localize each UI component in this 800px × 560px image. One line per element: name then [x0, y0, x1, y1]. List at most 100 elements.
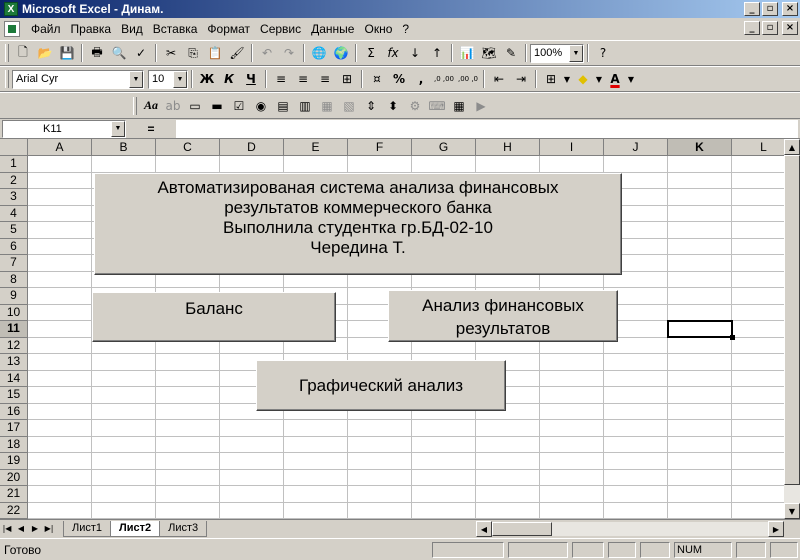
row-header[interactable]: 14: [0, 370, 28, 387]
scroll-thumb[interactable]: [784, 155, 800, 485]
vertical-scrollbar[interactable]: ▲ ▼: [784, 139, 800, 519]
save-icon[interactable]: 💾: [57, 43, 77, 63]
combo-list-icon[interactable]: ▦: [317, 96, 337, 116]
drawing-icon[interactable]: ✎: [501, 43, 521, 63]
menu-tools[interactable]: Сервис: [255, 22, 306, 36]
row-header[interactable]: 1: [0, 156, 28, 173]
row-header[interactable]: 12: [0, 337, 28, 354]
spinner-icon[interactable]: ⬍: [383, 96, 403, 116]
menu-edit[interactable]: Правка: [66, 22, 117, 36]
print-icon[interactable]: 🖶: [87, 43, 107, 63]
option-button-icon[interactable]: ◉: [251, 96, 271, 116]
run-dialog-icon[interactable]: ▶: [471, 96, 491, 116]
sort-descending-icon[interactable]: ↑: [427, 43, 447, 63]
row-header[interactable]: 9: [0, 288, 28, 305]
horizontal-scroll-thumb[interactable]: [492, 522, 552, 536]
toolbar-grip[interactable]: [5, 70, 9, 88]
redo-icon[interactable]: ↷: [279, 43, 299, 63]
first-sheet-icon[interactable]: |◀: [0, 522, 14, 536]
chevron-down-icon[interactable]: ▼: [173, 70, 187, 88]
scroll-up-icon[interactable]: ▲: [784, 139, 800, 155]
cut-icon[interactable]: ✂: [161, 43, 181, 63]
workbook-icon[interactable]: [4, 21, 20, 37]
menu-view[interactable]: Вид: [116, 22, 148, 36]
last-sheet-icon[interactable]: ▶|: [42, 522, 56, 536]
row-header[interactable]: 8: [0, 271, 28, 288]
office-assistant-icon[interactable]: ?: [593, 43, 613, 63]
horizontal-scrollbar[interactable]: ◀ ▶: [476, 521, 784, 537]
column-header-i[interactable]: I: [540, 139, 604, 156]
row-header[interactable]: 22: [0, 502, 28, 519]
function-icon[interactable]: fx: [383, 43, 403, 63]
row-header[interactable]: 5: [0, 222, 28, 239]
merge-center-icon[interactable]: ⊞: [337, 69, 357, 89]
next-sheet-icon[interactable]: ▶: [28, 522, 42, 536]
row-header[interactable]: 7: [0, 255, 28, 272]
align-left-icon[interactable]: ≡: [271, 69, 291, 89]
scroll-left-icon[interactable]: ◀: [476, 521, 492, 537]
open-icon[interactable]: 📂: [35, 43, 55, 63]
scroll-right-icon[interactable]: ▶: [768, 521, 784, 537]
row-header[interactable]: 3: [0, 189, 28, 206]
edit-box-icon[interactable]: ab: [163, 96, 183, 116]
worksheet-grid[interactable]: ABCDEFGHIJKL 1 2 3 4 5 6 7 8 9 10 11 12 13 14 15 16 17 18…: [0, 139, 784, 519]
column-header-g[interactable]: G: [412, 139, 476, 156]
chevron-down-icon[interactable]: ▼: [563, 69, 571, 89]
menu-format[interactable]: Формат: [202, 22, 255, 36]
column-header-f[interactable]: F: [348, 139, 412, 156]
row-header[interactable]: 10: [0, 304, 28, 321]
active-cell[interactable]: [667, 320, 735, 340]
column-header-b[interactable]: B: [92, 139, 156, 156]
group-box-icon[interactable]: ▭: [185, 96, 205, 116]
title-button[interactable]: Автоматизированая система анализа финанс…: [94, 173, 622, 275]
column-header-c[interactable]: C: [156, 139, 220, 156]
borders-icon[interactable]: ⊞: [541, 69, 561, 89]
row-header[interactable]: 2: [0, 172, 28, 189]
menu-file[interactable]: Файл: [26, 22, 66, 36]
scroll-bar-icon[interactable]: ⇕: [361, 96, 381, 116]
doc-minimize-button[interactable]: _: [744, 21, 760, 35]
column-header-h[interactable]: H: [476, 139, 540, 156]
menu-insert[interactable]: Вставка: [148, 22, 203, 36]
prev-sheet-icon[interactable]: ◀: [14, 522, 28, 536]
web-toolbar-icon[interactable]: 🌍: [331, 43, 351, 63]
increase-decimal-button[interactable]: ,0 ,00: [433, 69, 455, 89]
column-header-j[interactable]: J: [604, 139, 668, 156]
chevron-down-icon[interactable]: ▼: [111, 120, 125, 137]
balance-button[interactable]: Баланс: [92, 292, 336, 342]
font-select[interactable]: Arial Cyr ▼: [12, 69, 144, 89]
list-box-icon[interactable]: ▤: [273, 96, 293, 116]
row-header[interactable]: 16: [0, 403, 28, 420]
undo-icon[interactable]: ↶: [257, 43, 277, 63]
checkbox-tool-icon[interactable]: ☑: [229, 96, 249, 116]
column-header-d[interactable]: D: [220, 139, 284, 156]
font-size-select[interactable]: 10 ▼: [148, 69, 188, 89]
row-header[interactable]: 13: [0, 354, 28, 371]
column-header-e[interactable]: E: [284, 139, 348, 156]
autosum-icon[interactable]: Σ: [361, 43, 381, 63]
zoom-select[interactable]: 100% ▼: [530, 43, 584, 63]
spelling-icon[interactable]: ✓: [131, 43, 151, 63]
chevron-down-icon[interactable]: ▼: [129, 70, 143, 88]
label-tool-button[interactable]: Aa: [141, 96, 161, 116]
name-box[interactable]: K11 ▼: [2, 119, 126, 138]
decrease-decimal-button[interactable]: ,00 ,0: [457, 69, 479, 89]
control-properties-icon[interactable]: ⚙: [405, 96, 425, 116]
select-all-corner[interactable]: [0, 139, 28, 156]
row-header[interactable]: 19: [0, 453, 28, 470]
chevron-down-icon[interactable]: ▼: [627, 69, 635, 89]
menu-window[interactable]: Окно: [359, 22, 397, 36]
hyperlink-icon[interactable]: 🌐: [309, 43, 329, 63]
combo-dropdown-icon[interactable]: ▧: [339, 96, 359, 116]
paste-icon[interactable]: 📋: [205, 43, 225, 63]
close-button[interactable]: ×: [782, 2, 798, 16]
graphic-analysis-button[interactable]: Графический анализ: [256, 360, 506, 411]
percent-button[interactable]: %: [389, 69, 409, 89]
bold-button[interactable]: Ж: [197, 69, 217, 89]
tab-sheet2[interactable]: Лист2: [110, 520, 161, 537]
financial-results-button[interactable]: Анализ финансовых результатов: [388, 290, 618, 342]
copy-icon[interactable]: ⎘: [183, 43, 203, 63]
minimize-button[interactable]: _: [744, 2, 760, 16]
formula-equals[interactable]: =: [126, 122, 176, 136]
column-header-l[interactable]: L: [732, 139, 784, 156]
